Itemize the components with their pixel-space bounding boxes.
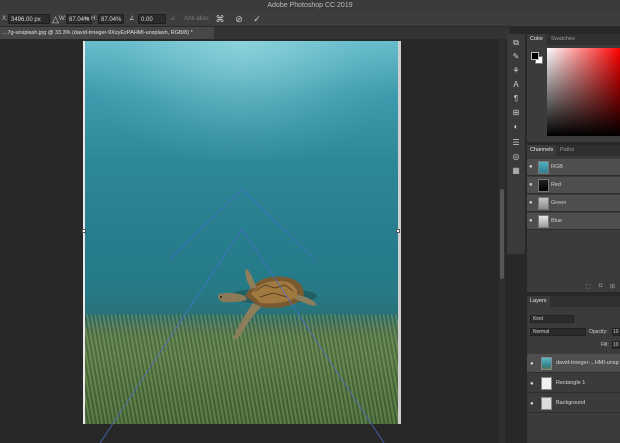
x-field[interactable]: 3496.00 px xyxy=(8,14,50,24)
fill-label: Fill: xyxy=(601,342,609,348)
h-label: H: xyxy=(91,16,97,22)
channel-thumbnail xyxy=(538,161,549,174)
channel-label: Green xyxy=(551,200,567,206)
cancel-icon[interactable]: ⊘ xyxy=(234,14,244,24)
transform-guides xyxy=(99,188,385,443)
tab-layers[interactable]: Layers xyxy=(527,296,550,307)
eye-icon[interactable]: ● xyxy=(530,361,536,367)
tab-color[interactable]: Color xyxy=(527,34,547,45)
channels-panel-tabs: Channels Paths xyxy=(527,145,620,156)
new-channel-icon[interactable]: ⊞ xyxy=(609,283,616,290)
canvas-area[interactable] xyxy=(0,39,500,443)
layer-thumbnail xyxy=(541,357,552,370)
paragraph-icon[interactable]: ¶ xyxy=(511,94,521,104)
warp-icon[interactable]: ⌘ xyxy=(215,14,225,24)
app-title: Adobe Photoshop CC 2019 xyxy=(267,2,353,9)
document-tab[interactable]: …7g-unsplash.jpg @ 33.3% (david-troeger-… xyxy=(0,27,214,39)
channel-thumbnail xyxy=(538,215,549,228)
eye-icon[interactable]: ● xyxy=(529,182,535,188)
options-bar: X: 3496.00 px △ W: 87.04% ∞ H: 87.04% ∠ … xyxy=(0,11,620,27)
properties-icon[interactable]: ⊞ xyxy=(511,108,521,118)
layer-row[interactable]: ● Background xyxy=(527,394,620,413)
channel-thumbnail xyxy=(538,197,549,210)
tab-swatches[interactable]: Swatches xyxy=(548,34,578,45)
tab-paths[interactable]: Paths xyxy=(557,145,577,156)
color-panel: Color Swatches xyxy=(527,34,620,142)
navigator-icon[interactable]: ▦ xyxy=(511,166,521,176)
channels-footer: ⬚ ◘ ⊞ xyxy=(527,282,620,292)
transform-handle-right[interactable] xyxy=(396,229,400,233)
layer-thumbnail xyxy=(541,397,552,410)
layer-thumbnail xyxy=(541,377,552,390)
layer-row[interactable]: ● david-troeger-...HMI-unsp xyxy=(527,354,620,373)
layer-name: david-troeger-...HMI-unsp xyxy=(556,360,619,366)
eye-icon[interactable]: ● xyxy=(530,401,536,407)
channel-label: Red xyxy=(551,182,562,188)
adjustments-icon[interactable]: ◐ xyxy=(511,122,521,132)
save-selection-icon[interactable]: ◘ xyxy=(597,283,604,290)
transform-handle-left[interactable] xyxy=(82,229,86,233)
eye-icon[interactable]: ● xyxy=(530,381,536,387)
commit-icon[interactable]: ✓ xyxy=(252,14,262,24)
layers-panel-tabs: Layers xyxy=(527,296,620,307)
channel-row-rgb[interactable]: ● RGB xyxy=(527,159,620,176)
clone-source-icon[interactable]: ⚘ xyxy=(511,66,521,76)
channel-row-blue[interactable]: ● Blue xyxy=(527,213,620,230)
foreground-color-swatch[interactable] xyxy=(531,52,539,60)
panel-icon-column: ⧉ ✎ ⚘ A ¶ ⊞ ◐ ☰ ◎ ▦ xyxy=(507,34,525,254)
eye-icon[interactable]: ● xyxy=(529,218,535,224)
blend-mode-select[interactable]: Normal xyxy=(530,328,586,336)
angle-icon: ∠ xyxy=(129,16,135,22)
fill-field[interactable]: 10 xyxy=(612,341,620,349)
antialias-label: Anti-alias xyxy=(184,16,209,22)
layers-panel: Layers Kind Normal Opacity: 10 Fill: 10 … xyxy=(527,296,620,443)
tab-channels[interactable]: Channels xyxy=(527,145,557,156)
layer-name: Background xyxy=(556,400,586,406)
history-icon[interactable]: ⧉ xyxy=(511,38,521,48)
color-panel-tabs: Color Swatches xyxy=(527,34,620,45)
color-picker-field[interactable] xyxy=(547,48,620,136)
canvas-scrollbar[interactable] xyxy=(499,39,505,443)
opacity-field[interactable]: 10 xyxy=(612,328,620,336)
load-selection-icon[interactable]: ⬚ xyxy=(585,283,592,290)
layer-name: Rectangle 1 xyxy=(556,380,586,386)
layer-filter-input[interactable]: Kind xyxy=(530,315,574,323)
brush-settings-icon[interactable]: ✎ xyxy=(511,52,521,62)
libraries-icon[interactable]: ☰ xyxy=(511,138,521,148)
skew-icon[interactable]: ⊿ xyxy=(170,14,175,24)
eye-icon[interactable]: ● xyxy=(529,200,535,206)
opacity-label: Opacity: xyxy=(589,329,608,335)
channel-label: RGB xyxy=(551,164,563,170)
eye-icon[interactable]: ● xyxy=(529,164,535,170)
app-title-bar: Adobe Photoshop CC 2019 xyxy=(0,0,620,11)
channel-row-red[interactable]: ● Red xyxy=(527,177,620,194)
channel-row-green[interactable]: ● Green xyxy=(527,195,620,212)
x-label: X: xyxy=(2,16,8,22)
scrollbar-thumb[interactable] xyxy=(500,189,504,279)
channel-label: Blue xyxy=(551,218,563,224)
height-field[interactable]: 87.04% xyxy=(98,14,124,24)
channel-thumbnail xyxy=(538,179,549,192)
chain-icon[interactable]: ∞ xyxy=(84,14,90,24)
channels-panel: Channels Paths ● RGB ● Red ● Green ● Blu… xyxy=(527,145,620,292)
character-icon[interactable]: A xyxy=(511,80,521,90)
document-tab-bar: …7g-unsplash.jpg @ 33.3% (david-troeger-… xyxy=(0,27,510,39)
link-icon[interactable]: △ xyxy=(52,14,59,24)
angle-field[interactable]: 0.00 xyxy=(138,14,166,24)
layer-row[interactable]: ● Rectangle 1 xyxy=(527,374,620,393)
styles-icon[interactable]: ◎ xyxy=(511,152,521,162)
